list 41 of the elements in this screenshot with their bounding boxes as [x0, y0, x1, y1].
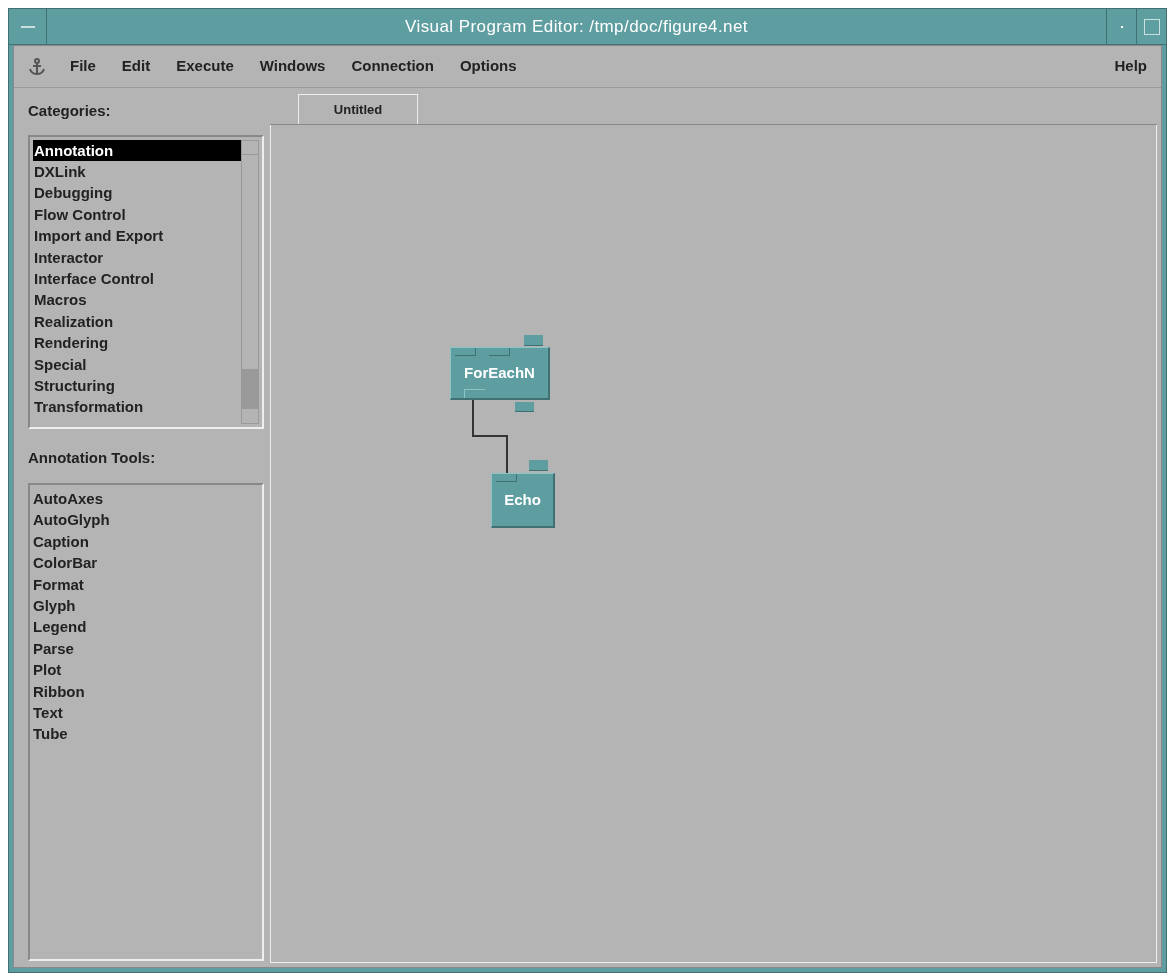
category-item[interactable]: Flow Control	[33, 203, 241, 226]
category-item[interactable]: Realization	[33, 310, 241, 333]
category-item[interactable]: Transformation	[33, 396, 241, 418]
menu-item[interactable]: Connection	[349, 55, 436, 78]
anchor-icon[interactable]	[28, 57, 46, 76]
window-title: Visual Program Editor: /tmp/doc/figure4.net	[404, 15, 749, 38]
menu-item[interactable]: Windows	[257, 55, 328, 78]
port-tab[interactable]	[515, 402, 534, 412]
port-tab[interactable]	[529, 460, 548, 471]
category-item[interactable]: Debugging	[33, 182, 241, 204]
tool-item[interactable]: Text	[33, 702, 259, 724]
category-item[interactable]: DXLink	[33, 160, 241, 183]
scrollbar[interactable]	[241, 139, 259, 424]
category-item[interactable]: Structuring	[33, 374, 241, 397]
tool-item[interactable]: AutoAxes	[33, 488, 259, 510]
menu-item[interactable]: File	[68, 55, 98, 78]
tools-label: Annotation Tools:	[28, 447, 157, 468]
tool-item[interactable]: Parse	[33, 637, 259, 660]
port-tab[interactable]	[524, 335, 543, 346]
category-item[interactable]: Macros	[33, 289, 241, 311]
category-item[interactable]: Special	[33, 353, 241, 375]
category-item[interactable]: Interactor	[33, 246, 241, 268]
menu-item[interactable]: Execute	[174, 55, 236, 78]
tool-item[interactable]: Plot	[33, 659, 259, 681]
menu-item[interactable]: Options	[457, 55, 519, 78]
tool-item[interactable]: Caption	[33, 530, 259, 553]
tool-item[interactable]: ColorBar	[33, 552, 259, 574]
menu-item[interactable]: Help	[1114, 55, 1147, 78]
tool-item[interactable]: Format	[33, 573, 259, 596]
category-item[interactable]: Interface Control	[33, 267, 241, 290]
tab[interactable]: Untitled	[298, 94, 418, 124]
tool-item[interactable]: Tube	[33, 723, 259, 745]
tool-item[interactable]: AutoGlyph	[33, 509, 259, 531]
menu-item[interactable]: Edit	[119, 55, 153, 78]
category-item[interactable]: Import and Export	[33, 225, 241, 247]
category-item[interactable]: Annotation	[33, 139, 241, 161]
category-item[interactable]: Rendering	[33, 332, 241, 354]
tool-item[interactable]: Glyph	[33, 595, 259, 617]
tool-item[interactable]: Legend	[33, 616, 259, 638]
categories-label: Categories:	[28, 101, 112, 121]
tool-item[interactable]: Ribbon	[33, 680, 259, 703]
